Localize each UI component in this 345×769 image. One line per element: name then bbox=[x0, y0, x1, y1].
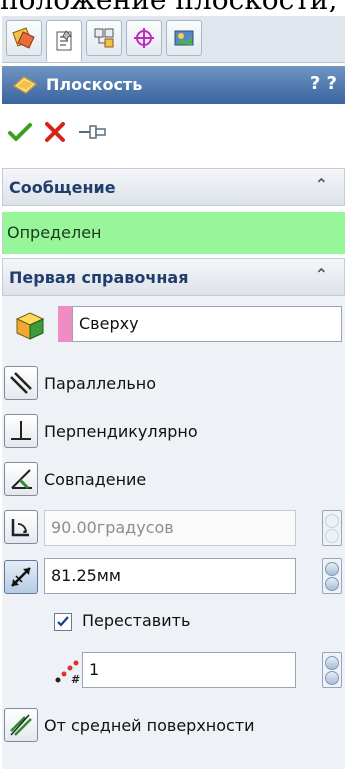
midplane-label: От средней поверхности bbox=[44, 716, 255, 735]
perpendicular-button[interactable] bbox=[4, 414, 38, 448]
distance-input[interactable]: 81.25мм bbox=[44, 558, 296, 594]
spin-up-icon[interactable] bbox=[325, 514, 339, 528]
property-manager-tabs bbox=[2, 16, 345, 63]
instances-input[interactable]: 1 bbox=[82, 652, 296, 688]
action-buttons bbox=[2, 108, 345, 156]
coincident-button[interactable] bbox=[4, 462, 38, 496]
first-reference-title: Первая справочная bbox=[9, 268, 189, 287]
distance-button[interactable] bbox=[4, 560, 38, 594]
checkmark-icon bbox=[57, 616, 69, 627]
tab-display-manager[interactable] bbox=[166, 20, 202, 56]
midplane-button[interactable] bbox=[4, 708, 38, 742]
coincident-icon bbox=[11, 469, 32, 490]
angle-icon bbox=[11, 519, 29, 537]
first-reference-header[interactable]: Первая справочная ⌃ bbox=[2, 258, 345, 296]
reference-selection-field[interactable]: Сверху bbox=[72, 306, 342, 342]
configuration-icon bbox=[94, 28, 114, 48]
perpendicular-label: Перпендикулярно bbox=[44, 422, 198, 441]
top-caption: положение плоскости, введите значений bbox=[0, 0, 345, 12]
distance-icon bbox=[11, 567, 31, 587]
instances-icon: # bbox=[55, 660, 80, 684]
svg-text:#: # bbox=[71, 673, 80, 684]
message-section-title: Сообщение bbox=[9, 178, 116, 197]
ok-check-icon[interactable] bbox=[8, 122, 32, 142]
angle-spinner[interactable] bbox=[322, 510, 342, 546]
cancel-x-icon[interactable] bbox=[44, 121, 66, 143]
pushpin-icon[interactable] bbox=[78, 123, 108, 141]
property-manager-icon bbox=[56, 30, 72, 51]
spin-up-icon[interactable] bbox=[325, 562, 339, 576]
tab-feature-manager[interactable] bbox=[6, 20, 42, 56]
parallel-button[interactable] bbox=[4, 366, 38, 400]
parallel-icon bbox=[10, 372, 32, 394]
message-section-header[interactable]: Сообщение ⌃ bbox=[2, 168, 345, 206]
help-icons[interactable]: ? ? bbox=[310, 73, 337, 94]
tab-configuration-manager[interactable] bbox=[86, 20, 122, 56]
plane-icon bbox=[12, 76, 38, 94]
coincident-label: Совпадение bbox=[44, 470, 147, 489]
target-icon bbox=[134, 28, 154, 48]
tab-property-manager[interactable] bbox=[46, 20, 82, 62]
first-reference-body: Сверху Параллельно Перпендикулярно Совпа… bbox=[2, 296, 345, 769]
feature-tree-icon bbox=[12, 27, 35, 49]
spin-down-icon[interactable] bbox=[325, 529, 339, 543]
spin-down-icon[interactable] bbox=[325, 577, 339, 591]
reference-cube-icon bbox=[15, 312, 45, 340]
spin-down-icon[interactable] bbox=[325, 671, 339, 685]
collapse-chevron-icon[interactable]: ⌃ bbox=[315, 265, 328, 284]
panel-title-bar: Плоскость ? ? bbox=[2, 66, 345, 104]
message-box: Определен bbox=[2, 212, 345, 254]
perpendicular-icon bbox=[11, 421, 31, 440]
distance-spinner[interactable] bbox=[322, 558, 342, 594]
instances-spinner[interactable] bbox=[322, 652, 342, 688]
appearance-icon bbox=[174, 30, 194, 46]
angle-button[interactable] bbox=[4, 510, 38, 544]
angle-input[interactable]: 90.00градусов bbox=[44, 510, 296, 546]
parallel-label: Параллельно bbox=[44, 374, 156, 393]
message-text: Определен bbox=[7, 223, 102, 242]
flip-label: Переставить bbox=[82, 611, 191, 630]
collapse-chevron-icon[interactable]: ⌃ bbox=[315, 175, 328, 194]
midplane-icon bbox=[10, 714, 32, 736]
spin-up-icon[interactable] bbox=[325, 656, 339, 670]
flip-checkbox[interactable] bbox=[54, 613, 72, 631]
selection-swatch bbox=[58, 306, 72, 342]
tab-dimxpert[interactable] bbox=[126, 20, 162, 56]
panel-title: Плоскость bbox=[46, 75, 143, 94]
